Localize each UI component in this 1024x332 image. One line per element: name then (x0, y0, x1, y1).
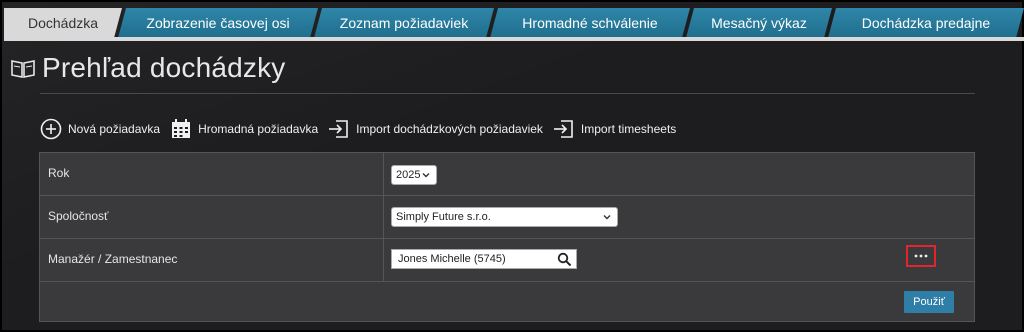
apply-button[interactable]: Použiť (904, 291, 954, 313)
page-title: Prehľad dochádzky (42, 52, 286, 83)
year-value: 2025 (396, 169, 421, 181)
company-value: Simply Future s.r.o. (396, 211, 491, 223)
import-icon (329, 120, 348, 138)
row-manager: Manažér / Zamestnanec Jones Michelle (57… (40, 239, 974, 282)
chevron-down-icon (603, 215, 611, 220)
import-icon (553, 120, 573, 138)
tab-timeline[interactable]: Zobrazenie časovej osi (118, 8, 318, 38)
app-frame: Dochádzka Zobrazenie časovej osi Zoznam … (0, 0, 1024, 332)
filter-form: Rok 2025 Spoločnosť Simply Future s.r.o.… (39, 152, 975, 322)
new-request-button[interactable]: Nová požiadavka (40, 118, 160, 140)
new-request-label: Nová požiadavka (68, 122, 161, 136)
tab-bar: Dochádzka Zobrazenie časovej osi Zoznam … (4, 4, 1024, 41)
search-icon[interactable] (557, 252, 572, 267)
import-timesheets-button[interactable]: Import timesheets (553, 118, 676, 140)
manager-label: Manažér / Zamestnanec (48, 252, 178, 266)
calendar-icon (172, 119, 191, 138)
tab-bulk-approval[interactable]: Hromadné schválenie (490, 8, 690, 38)
year-label: Rok (48, 166, 70, 180)
company-label: Spoločnosť (48, 209, 109, 223)
ellipsis-icon (914, 254, 928, 258)
company-select[interactable]: Simply Future s.r.o. (391, 207, 618, 227)
column-divider (383, 196, 384, 238)
plus-circle-icon (40, 118, 62, 140)
title-divider (40, 93, 975, 94)
row-year: Rok 2025 (40, 153, 974, 196)
bulk-request-label: Hromadná požiadavka (198, 122, 319, 136)
tab-dochadzka[interactable]: Dochádzka (4, 8, 122, 38)
import-timesheets-label: Import timesheets (580, 122, 677, 136)
import-requests-label: Import dochádzkových požiadaviek (356, 122, 543, 136)
column-divider (383, 153, 384, 195)
employee-search-input[interactable]: Jones Michelle (5745) (391, 249, 577, 269)
tab-monthly-report[interactable]: Mesačný výkaz (686, 8, 832, 38)
year-select[interactable]: 2025 (391, 165, 437, 185)
page-header: Prehľad dochádzky (10, 52, 286, 84)
tab-store-attendance[interactable]: Dochádzka predajne (828, 8, 1024, 38)
more-options-button[interactable] (906, 245, 936, 267)
column-divider (383, 239, 384, 281)
chevron-down-icon (422, 173, 430, 178)
book-icon (11, 60, 35, 78)
tab-request-list[interactable]: Zoznam požiadaviek (314, 8, 494, 38)
bulk-request-button[interactable]: Hromadná požiadavka (170, 118, 318, 140)
import-requests-button[interactable]: Import dochádzkových požiadaviek (328, 118, 543, 140)
row-company: Spoločnosť Simply Future s.r.o. (40, 196, 974, 239)
tab-underline (4, 37, 1024, 41)
action-toolbar: Nová požiadavka Hromadná požiadavka Impo… (40, 118, 686, 140)
employee-value: Jones Michelle (5745) (398, 253, 506, 265)
